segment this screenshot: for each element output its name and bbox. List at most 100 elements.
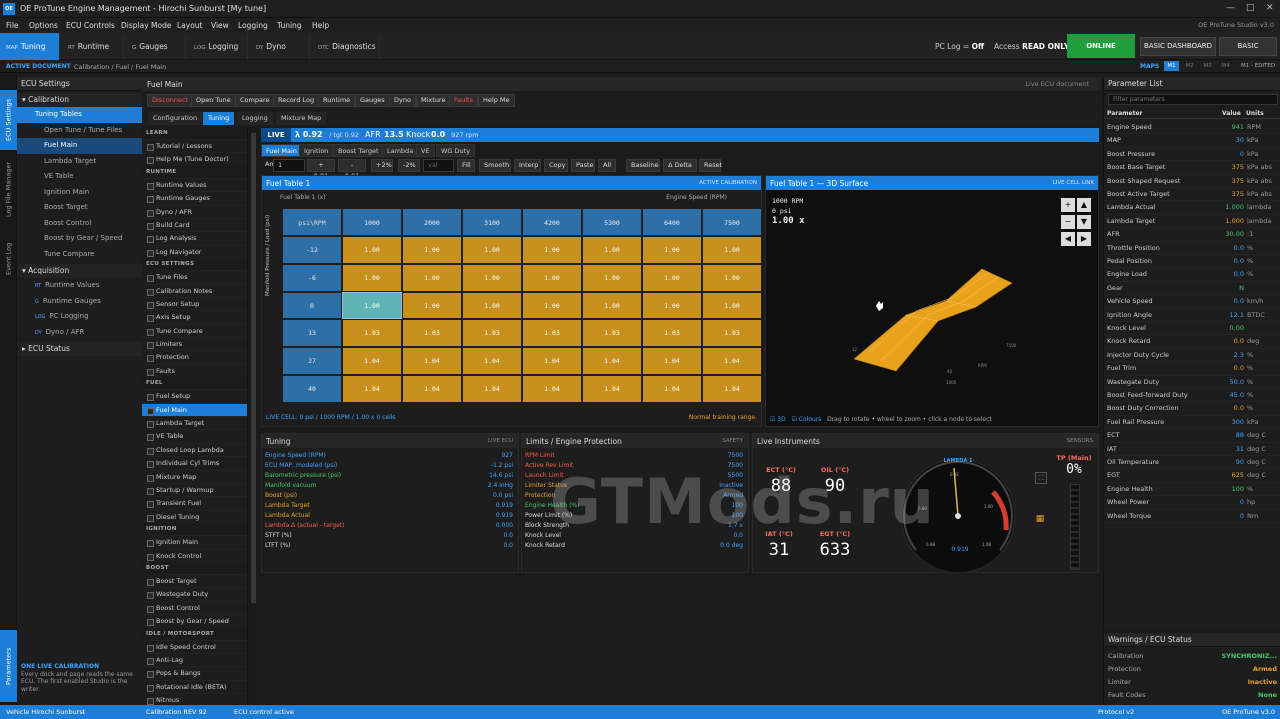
table-cell[interactable]: 1.00 [582, 291, 642, 320]
expand-icon[interactable]: ⛶ [1035, 472, 1047, 484]
nav-item-runtime-gauges[interactable]: Runtime Gauges [142, 191, 247, 204]
basic-dashboard-button[interactable]: BASIC DASHBOARD [1140, 37, 1216, 56]
baseline-button[interactable]: Baseline [626, 159, 660, 172]
nav-item-calibration-notes[interactable]: Calibration Notes [142, 283, 247, 297]
tree-boost-control[interactable]: Boost Control [17, 216, 142, 232]
parameter-row[interactable]: Engine Speed 941 RPM [1104, 121, 1280, 135]
table-cell[interactable]: 1.03 [462, 319, 522, 348]
parameter-row[interactable]: Boost Pressure 0 kPa [1104, 148, 1280, 162]
menu-display-mode[interactable]: Display Mode [121, 21, 171, 30]
nav-item-tune-files[interactable]: Tune Files [142, 270, 247, 283]
tab-tuning-doc[interactable]: Tuning [203, 112, 235, 125]
section-ecu-status[interactable]: ▸ ECU Status [17, 342, 142, 356]
parameter-row[interactable]: MAP 30 kPa [1104, 134, 1280, 148]
parameter-row[interactable]: Knock Retard 0.0 deg [1104, 335, 1280, 349]
column-header[interactable]: 3100 [462, 208, 522, 236]
table-tab-lambda[interactable]: Lambda [382, 144, 419, 157]
tree-boost-by-gear[interactable]: Boost by Gear / Speed [17, 231, 142, 247]
grid-icon[interactable]: ▦ [1034, 514, 1046, 526]
table-cell[interactable]: 1.00 [402, 291, 462, 320]
table-cell-selected[interactable]: 1.00 [342, 291, 402, 320]
nav-item-mixture-map[interactable]: Mixture Map [142, 469, 247, 483]
table-cell[interactable]: 1.03 [642, 319, 702, 348]
tree-ve-table[interactable]: VE Table [17, 169, 142, 185]
tree-ignition-main[interactable]: Ignition Main [17, 185, 142, 201]
parameter-row[interactable]: Oil Temperature 90 deg C [1104, 456, 1280, 470]
mixture-button[interactable]: Mixture [416, 94, 451, 107]
parameter-row[interactable]: Lambda Target 1.000 lambda [1104, 215, 1280, 229]
minimize-button[interactable]: — [1226, 3, 1235, 13]
nav-item-fuel-main[interactable]: Fuel Main [142, 402, 247, 417]
map-slot-m4[interactable]: M4 [1218, 61, 1233, 71]
parameter-row[interactable]: Engine Health 100% [1104, 483, 1280, 497]
menu-help[interactable]: Help [312, 21, 329, 30]
table-cell[interactable]: 1.00 [402, 236, 462, 264]
nav-item-axis-setup[interactable]: Axis Setup [142, 310, 247, 323]
table-cell[interactable]: 1.00 [522, 236, 582, 264]
paste-button[interactable]: Paste [571, 159, 595, 172]
amount-input[interactable]: 1 [273, 159, 305, 172]
section-calibration[interactable]: ▾ Calibration [17, 93, 142, 107]
table-cell[interactable]: 1.00 [582, 236, 642, 264]
table-cell[interactable]: 1.04 [462, 375, 522, 403]
nav-item-fuel-setup[interactable]: Fuel Setup [142, 389, 247, 402]
table-cell[interactable]: 1.03 [522, 319, 582, 348]
parameter-row[interactable]: Fuel Rail Pressure 300 kPa [1104, 416, 1280, 430]
tab-configuration[interactable]: Configuration [148, 112, 203, 125]
parameter-row[interactable]: AFR 30.00:1 [1104, 228, 1280, 242]
navigator-scrollbar[interactable] [249, 127, 258, 705]
scrollbar-thumb[interactable] [251, 133, 256, 603]
section-acquisition[interactable]: ▾ Acquisition [17, 264, 142, 278]
parameter-row[interactable]: Engine Load 0.0% [1104, 268, 1280, 282]
pc-log-status[interactable]: PC Log = Off [935, 42, 984, 51]
menu-view[interactable]: View [211, 21, 229, 30]
parameter-row[interactable]: Boost Duty Correction 0.0% [1104, 402, 1280, 416]
column-header[interactable]: 5300 [582, 208, 642, 236]
add-001-button[interactable]: + 0.01 [307, 159, 335, 180]
interp-button[interactable]: Interp [514, 159, 541, 172]
rotate-down-button[interactable]: ▼ [1077, 215, 1091, 229]
nav-item-boost-by-gear-speed[interactable]: Boost by Gear / Speed [142, 614, 247, 627]
zoom-in-button[interactable]: + [1061, 198, 1075, 212]
nav-item-build-card[interactable]: Build Card [142, 217, 247, 231]
nav-item-runtime-values[interactable]: Runtime Values [142, 177, 247, 191]
record-log-button[interactable]: Record Log [273, 94, 320, 107]
zoom-out-button[interactable]: − [1061, 215, 1075, 229]
parameter-row[interactable]: Gear N [1104, 282, 1280, 296]
nav-item-diesel-tuning[interactable]: Diesel Tuning [142, 509, 247, 523]
smooth-button[interactable]: Smooth [479, 159, 511, 172]
table-cell[interactable]: 1.04 [642, 347, 702, 375]
tree-lambda-target[interactable]: Lambda Target [17, 154, 142, 170]
row-header[interactable]: 40 [282, 375, 342, 403]
nav-item-startup-warmup[interactable]: Startup / Warmup [142, 482, 247, 496]
rotate-left-button[interactable]: ◀ [1061, 232, 1075, 246]
table-cell[interactable]: 1.00 [702, 291, 762, 320]
table-cell[interactable]: 1.03 [702, 319, 762, 348]
table-cell[interactable]: 1.00 [642, 236, 702, 264]
tab-gauges[interactable]: G Gauges [126, 33, 186, 60]
faults-button[interactable]: Faults [449, 94, 478, 107]
table-cell[interactable]: 1.03 [402, 319, 462, 348]
menu-tuning[interactable]: Tuning [277, 21, 302, 30]
copy-button[interactable]: Copy [544, 159, 568, 172]
open-tune-button[interactable]: Open Tune [191, 94, 236, 107]
table-cell[interactable]: 1.00 [462, 291, 522, 320]
table-cell[interactable]: 1.04 [462, 347, 522, 375]
table-cell[interactable]: 1.00 [462, 263, 522, 292]
table-tab-boost-target[interactable]: Boost Target [333, 144, 384, 157]
toggle-colours[interactable]: ☑ Colours [791, 416, 821, 423]
parameter-row[interactable]: IAT 31 deg C [1104, 443, 1280, 456]
parameter-row[interactable]: Throttle Position 0.0% [1104, 242, 1280, 255]
nav-item-transient-fuel[interactable]: Transient Fuel [142, 496, 247, 509]
map-slot-m2[interactable]: M2 [1182, 61, 1197, 71]
add-2pct-button[interactable]: +2% [371, 159, 393, 172]
parameter-row[interactable]: Pedal Position 0.0% [1104, 255, 1280, 269]
nav-item-idle-speed-control[interactable]: Idle Speed Control [142, 639, 247, 653]
row-header[interactable]: -12 [282, 236, 342, 264]
rail-tab-parameters[interactable]: Parameters [0, 630, 17, 702]
parameter-filter-input[interactable]: Filter parameters [1108, 94, 1278, 105]
column-header[interactable]: 1000 [342, 208, 402, 236]
nav-item-anti-lag[interactable]: Anti-Lag [142, 652, 247, 666]
parameter-row[interactable]: Injector Duty Cycle 2.3% [1104, 349, 1280, 363]
table-cell[interactable]: 1.04 [402, 347, 462, 375]
